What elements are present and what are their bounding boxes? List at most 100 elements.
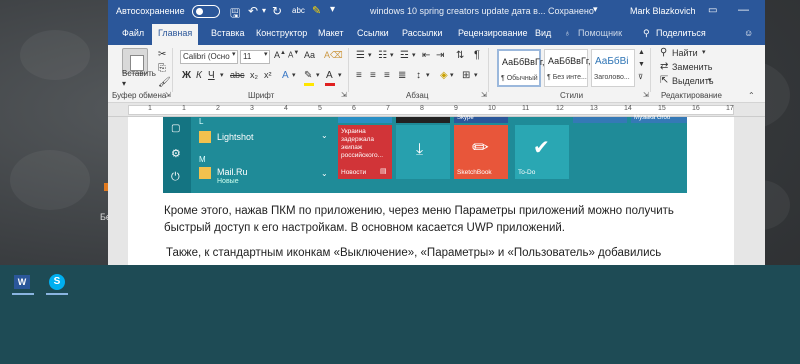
style-no-spacing[interactable]: АаБбВвГг, ¶ Без инте... bbox=[544, 49, 591, 87]
multilevel-dropdown-icon[interactable]: ▾ bbox=[412, 51, 416, 59]
tile-fragment bbox=[338, 117, 392, 123]
tab-help[interactable]: Помощник bbox=[578, 28, 622, 38]
select-icon[interactable]: ⇱ bbox=[660, 75, 668, 86]
sort-icon[interactable]: ⇅ bbox=[456, 50, 464, 61]
highlight-dropdown-icon[interactable]: ▾ bbox=[316, 71, 320, 79]
multilevel-list-icon[interactable]: ☲ bbox=[400, 50, 409, 61]
numbering-icon[interactable]: ☷ bbox=[378, 50, 387, 61]
font-color-icon[interactable]: A bbox=[326, 70, 333, 81]
change-case-icon[interactable]: Aa bbox=[304, 50, 315, 60]
music-tile-label: Музыка Groo bbox=[634, 115, 671, 121]
news-icon: ▤ bbox=[380, 168, 387, 175]
font-name-dropdown-icon[interactable]: ▾ bbox=[232, 50, 236, 58]
styles-more-icon[interactable]: ⊽ bbox=[638, 73, 643, 81]
justify-icon[interactable]: ≣ bbox=[398, 70, 406, 81]
highlight-color-swatch bbox=[304, 83, 314, 86]
clear-format-icon[interactable]: A⌫ bbox=[324, 50, 343, 61]
find-icon[interactable]: ⚲ bbox=[660, 47, 667, 58]
font-size-dropdown-icon[interactable]: ▾ bbox=[264, 50, 268, 58]
strikethrough-icon[interactable]: abc bbox=[230, 70, 245, 80]
ruler-number: 17 bbox=[726, 105, 734, 112]
bullets-dropdown-icon[interactable]: ▾ bbox=[368, 51, 372, 59]
tab-mailings[interactable]: Рассылки bbox=[402, 28, 442, 38]
ribbon-options-icon[interactable]: ▭ bbox=[708, 5, 717, 16]
line-spacing-icon[interactable]: ↕ bbox=[416, 70, 421, 81]
replace-button[interactable]: Заменить bbox=[672, 62, 712, 72]
select-dropdown-icon[interactable]: ▾ bbox=[708, 76, 712, 84]
align-center-icon[interactable]: ≡ bbox=[370, 70, 376, 81]
font-color-swatch bbox=[325, 83, 335, 86]
spelling-icon[interactable]: abc bbox=[292, 6, 305, 15]
text-effects-dropdown-icon[interactable]: ▾ bbox=[292, 71, 296, 79]
dropdown-icon[interactable]: ▾ bbox=[593, 4, 598, 15]
share-button[interactable]: Поделиться bbox=[656, 28, 706, 38]
ruler-number: 6 bbox=[352, 105, 356, 112]
increase-indent-icon[interactable]: ⇥ bbox=[436, 50, 444, 61]
tab-view[interactable]: Вид bbox=[535, 28, 551, 38]
save-icon[interactable]: 🖫 bbox=[230, 4, 240, 25]
customize-qat-icon[interactable]: ▾ bbox=[330, 4, 335, 15]
tab-insert[interactable]: Вставка bbox=[211, 28, 244, 38]
text-effects-icon[interactable]: A bbox=[282, 70, 289, 81]
styles-scroll-up-icon[interactable]: ▲ bbox=[638, 49, 645, 56]
collapse-ribbon-icon[interactable]: ⌃ bbox=[748, 91, 755, 100]
highlight-color-icon[interactable]: ✎ bbox=[304, 70, 312, 81]
font-color-dropdown-icon[interactable]: ▾ bbox=[338, 71, 342, 79]
tab-review[interactable]: Рецензирование bbox=[458, 28, 528, 38]
comments-icon[interactable]: ☺ bbox=[744, 28, 753, 38]
font-name-combo[interactable]: Calibri (Осно bbox=[180, 50, 238, 64]
autosave-toggle[interactable] bbox=[192, 5, 220, 18]
shading-icon[interactable]: ◈ bbox=[440, 70, 448, 81]
tab-file[interactable]: Файл bbox=[122, 28, 144, 38]
paste-button[interactable]: Вставить bbox=[122, 69, 156, 78]
paste-dropdown-icon[interactable]: ▾ bbox=[122, 79, 126, 88]
news-label: Новости bbox=[341, 169, 367, 176]
find-button[interactable]: Найти bbox=[672, 48, 698, 58]
tab-design[interactable]: Конструктор bbox=[256, 28, 307, 38]
underline-dropdown-icon[interactable]: ▾ bbox=[220, 71, 224, 79]
style-normal[interactable]: АаБбВвГг, ¶ Обычный bbox=[497, 49, 545, 87]
align-right-icon[interactable]: ≡ bbox=[384, 70, 390, 81]
style-heading[interactable]: АаБбВі Заголово... bbox=[591, 49, 635, 87]
minimize-icon[interactable]: — bbox=[738, 4, 749, 16]
tab-home[interactable]: Главная bbox=[152, 24, 199, 45]
align-left-icon[interactable]: ≡ bbox=[356, 70, 362, 81]
shading-dropdown-icon[interactable]: ▾ bbox=[450, 71, 454, 79]
tab-references[interactable]: Ссылки bbox=[357, 28, 389, 38]
undo-icon[interactable]: ↶ bbox=[248, 4, 258, 18]
redo-icon[interactable]: ↻ bbox=[272, 4, 282, 18]
find-dropdown-icon[interactable]: ▾ bbox=[702, 48, 706, 56]
numbering-dropdown-icon[interactable]: ▾ bbox=[390, 51, 394, 59]
styles-scroll-down-icon[interactable]: ▼ bbox=[638, 61, 645, 68]
line-spacing-dropdown-icon[interactable]: ▾ bbox=[426, 71, 430, 79]
format-painter-icon[interactable]: 🖌 bbox=[158, 77, 171, 88]
skype-taskbar-icon[interactable]: S bbox=[46, 273, 68, 295]
cut-icon[interactable]: ✂ bbox=[158, 49, 166, 60]
user-name[interactable]: Mark Blazkovich bbox=[630, 6, 696, 16]
shrink-font-icon[interactable]: A▼ bbox=[288, 50, 299, 60]
dialog-launcher-icon[interactable]: ⇲ bbox=[165, 91, 171, 99]
highlight-icon[interactable]: ✎ bbox=[312, 4, 321, 17]
undo-dropdown-icon[interactable]: ▾ bbox=[262, 6, 266, 15]
dialog-launcher-icon[interactable]: ⇲ bbox=[341, 91, 347, 99]
italic-icon[interactable]: К bbox=[196, 70, 202, 81]
start-menu-sidebar: ▢ ⚙ ⏻ bbox=[163, 117, 191, 193]
subscript-icon[interactable]: x₂ bbox=[250, 70, 258, 80]
group-divider bbox=[488, 48, 489, 92]
show-marks-icon[interactable]: ¶ bbox=[474, 49, 480, 61]
borders-dropdown-icon[interactable]: ▾ bbox=[474, 71, 478, 79]
underline-icon[interactable]: Ч bbox=[208, 70, 215, 81]
tab-layout[interactable]: Макет bbox=[318, 28, 343, 38]
word-taskbar-icon[interactable]: W bbox=[12, 273, 34, 295]
copy-icon[interactable]: ⎘ bbox=[158, 63, 166, 74]
dialog-launcher-icon[interactable]: ⇲ bbox=[481, 91, 487, 99]
dialog-launcher-icon[interactable]: ⇲ bbox=[643, 91, 649, 99]
decrease-indent-icon[interactable]: ⇤ bbox=[422, 50, 430, 61]
bullets-icon[interactable]: ☰ bbox=[356, 50, 365, 61]
bold-icon[interactable]: Ж bbox=[182, 70, 191, 81]
superscript-icon[interactable]: x² bbox=[264, 70, 272, 80]
borders-icon[interactable]: ⊞ bbox=[462, 70, 470, 81]
replace-icon[interactable]: ⇄ bbox=[660, 61, 668, 72]
document-page[interactable]: ▢ ⚙ ⏻ L Lightshot ⌄ M Mail.Ru Новые ⌄ Ук… bbox=[128, 115, 734, 265]
grow-font-icon[interactable]: A▲ bbox=[274, 50, 286, 60]
